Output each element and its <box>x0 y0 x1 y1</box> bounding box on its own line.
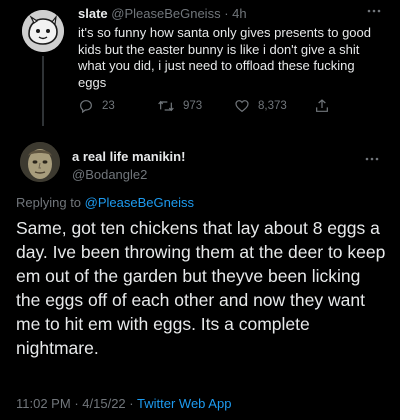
like-count: 8,373 <box>258 100 287 112</box>
display-name[interactable]: slate <box>78 6 108 21</box>
share-button[interactable] <box>314 98 330 114</box>
reply-button[interactable]: 23 <box>78 98 115 114</box>
more-horizontal-icon[interactable] <box>364 152 380 169</box>
more-horizontal-icon[interactable] <box>366 4 382 21</box>
avatar-image <box>20 142 60 182</box>
avatar[interactable] <box>20 142 60 182</box>
retweet-icon <box>158 100 174 112</box>
meta-separator: · <box>74 396 79 411</box>
tweet-source[interactable]: Twitter Web App <box>137 396 231 411</box>
replying-to: Replying to @PleaseBeGneiss <box>16 195 194 210</box>
replying-mention[interactable]: @PleaseBeGneiss <box>85 195 194 210</box>
heart-icon <box>235 100 249 113</box>
reply-icon <box>80 100 92 114</box>
timestamp[interactable]: 4h <box>232 6 246 21</box>
tweet-actions: 23 973 8,373 <box>78 98 338 116</box>
original-tweet[interactable]: slate @PleaseBeGneiss · 4h it's so funny… <box>0 0 400 134</box>
retweet-button[interactable]: 973 <box>157 98 202 114</box>
tweet-text: it's so funny how santa only gives prese… <box>78 25 371 90</box>
tweet-meta: 11:02 PM · 4/15/22 · Twitter Web App <box>16 396 231 411</box>
meta-separator: · <box>129 396 134 411</box>
tweet-text: Same, got ten chickens that lay about 8 … <box>16 218 386 358</box>
replying-prefix: Replying to <box>16 195 82 210</box>
share-icon <box>316 99 328 112</box>
like-button[interactable]: 8,373 <box>234 98 287 114</box>
tweet-date[interactable]: 4/15/22 <box>82 396 125 411</box>
reply-count: 23 <box>102 100 115 112</box>
thread-line <box>42 56 44 126</box>
tweet-header: slate @PleaseBeGneiss · 4h <box>78 6 247 21</box>
handle[interactable]: @PleaseBeGneiss <box>111 6 220 21</box>
avatar-image <box>22 10 64 52</box>
handle[interactable]: @Bodangle2 <box>72 167 147 182</box>
reply-tweet[interactable]: a real life manikin! @Bodangle2 Replying… <box>0 134 400 420</box>
display-name[interactable]: a real life manikin! <box>72 149 185 164</box>
meta-separator: · <box>224 6 229 21</box>
avatar[interactable] <box>22 10 64 52</box>
retweet-count: 973 <box>183 100 203 112</box>
tweet-time[interactable]: 11:02 PM <box>16 396 71 411</box>
